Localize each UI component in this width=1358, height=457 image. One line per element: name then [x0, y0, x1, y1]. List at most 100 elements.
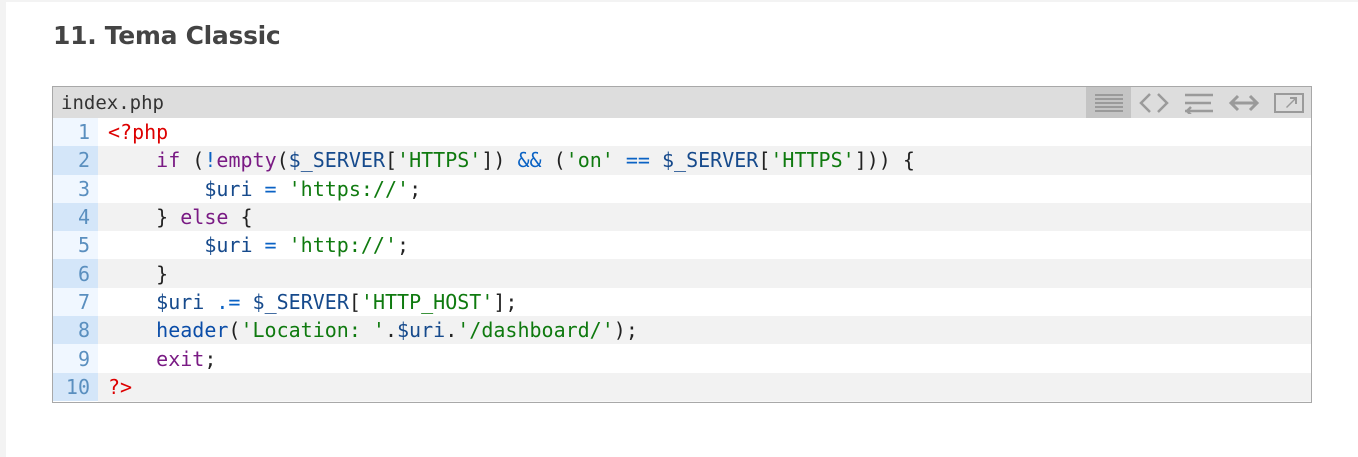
- code-token: $uri: [397, 318, 446, 343]
- line-code: ?>: [98, 372, 1311, 401]
- view-source-button[interactable]: [1086, 87, 1131, 118]
- code-line: 3 $uri = 'https://';: [53, 174, 1311, 203]
- code-token: .: [445, 318, 458, 343]
- code-line: 8 header('Location: '. $uri. '/dashboard/'…: [53, 316, 1311, 345]
- code-token: ];: [493, 289, 518, 314]
- code-token: ])) {: [854, 148, 915, 173]
- code-token: =: [264, 233, 277, 258]
- code-token: empty: [216, 148, 277, 173]
- code-token: 'HTTP_HOST': [360, 289, 494, 314]
- code-token: ==: [625, 148, 650, 173]
- code-token: (: [541, 148, 566, 173]
- code-token: else: [180, 205, 229, 230]
- code-line: 7 $uri .= $_SERVER['HTTP_HOST'];: [53, 287, 1311, 317]
- code-token: {: [228, 205, 253, 230]
- line-number: 6: [53, 259, 98, 288]
- code-token: 'Location: ': [240, 318, 385, 343]
- code-token: exit: [156, 346, 205, 371]
- code-token: .: [384, 318, 398, 343]
- code-token: [: [348, 289, 361, 314]
- code-line: 9 exit;: [53, 344, 1311, 373]
- code-block: index.php 1 <?php 2 if (! empty ($_SER…: [52, 86, 1312, 403]
- expand-icon: [1228, 94, 1259, 111]
- line-code: }: [98, 259, 1311, 288]
- code-token: 'HTTPS': [770, 148, 855, 173]
- wrap-lines-button[interactable]: [1176, 87, 1221, 118]
- line-number: 9: [53, 344, 98, 373]
- code-token: .=: [216, 289, 241, 314]
- line-code: } else {: [98, 202, 1311, 232]
- line-number: 5: [53, 231, 98, 260]
- code-brackets-icon: [1138, 92, 1169, 113]
- code-line: 4 } else {: [53, 202, 1311, 232]
- line-code: $uri = 'http://';: [98, 231, 1311, 260]
- code-token: 'on': [565, 148, 614, 173]
- code-token: $_SERVER: [252, 289, 349, 314]
- code-token: (: [276, 148, 289, 173]
- code-token: }: [108, 261, 169, 286]
- code-token: $uri: [156, 289, 205, 314]
- code-token: !: [204, 148, 217, 173]
- section-heading: 11. Tema Classic: [53, 21, 281, 50]
- code-line: 1 <?php: [53, 118, 1311, 147]
- line-number: 1: [53, 118, 98, 147]
- code-token: =: [264, 176, 277, 201]
- code-token: 'http://': [288, 233, 398, 258]
- line-code: header('Location: '. $uri. '/dashboard/');: [98, 316, 1311, 345]
- code-token: ;: [409, 176, 422, 201]
- code-token: $_SERVER: [662, 148, 759, 173]
- code-lines: 1 <?php 2 if (! empty($_SERVER['HTTPS']) &&…: [53, 118, 1311, 401]
- popout-icon: [1273, 92, 1304, 113]
- code-line: 5 $uri = 'http://';: [53, 231, 1311, 260]
- code-token: [: [385, 148, 398, 173]
- code-token: (: [228, 318, 241, 343]
- code-token: 'HTTPS': [397, 148, 482, 173]
- code-token: header: [156, 318, 229, 343]
- line-code: $uri = 'https://';: [98, 174, 1311, 203]
- line-number: 10: [53, 372, 98, 401]
- line-number: 2: [53, 146, 98, 175]
- code-token: &&: [517, 148, 542, 173]
- line-number: 7: [53, 287, 98, 317]
- code-token: ]): [481, 148, 518, 173]
- code-token: ;: [397, 233, 410, 258]
- line-code: $uri .= $_SERVER['HTTP_HOST'];: [98, 287, 1311, 317]
- code-token: 'https://': [288, 176, 410, 201]
- code-token: $uri: [204, 233, 253, 258]
- code-token: if: [156, 148, 181, 173]
- line-code: <?php: [98, 118, 1311, 147]
- code-token: (: [180, 148, 205, 173]
- popout-button[interactable]: [1266, 87, 1311, 118]
- code-token: $_SERVER: [288, 148, 385, 173]
- code-brackets-button[interactable]: [1131, 87, 1176, 118]
- code-token: );: [613, 318, 638, 343]
- expand-button[interactable]: [1221, 87, 1266, 118]
- line-code: if (! empty($_SERVER['HTTPS']) && ('on' =…: [98, 146, 1311, 175]
- code-line: 10 ?>: [53, 372, 1311, 401]
- code-block-header: index.php: [53, 87, 1311, 118]
- code-token: [: [758, 148, 771, 173]
- line-number: 3: [53, 174, 98, 203]
- code-token: ;: [204, 346, 217, 371]
- page: 11. Tema Classic index.php 1 <?php 2 if …: [6, 2, 1358, 457]
- code-token: }: [108, 205, 181, 230]
- code-token: $uri: [204, 176, 253, 201]
- line-number: 8: [53, 316, 98, 345]
- wrap-lines-icon: [1184, 93, 1213, 114]
- line-code: exit;: [98, 344, 1311, 373]
- code-token: ?>: [108, 374, 133, 399]
